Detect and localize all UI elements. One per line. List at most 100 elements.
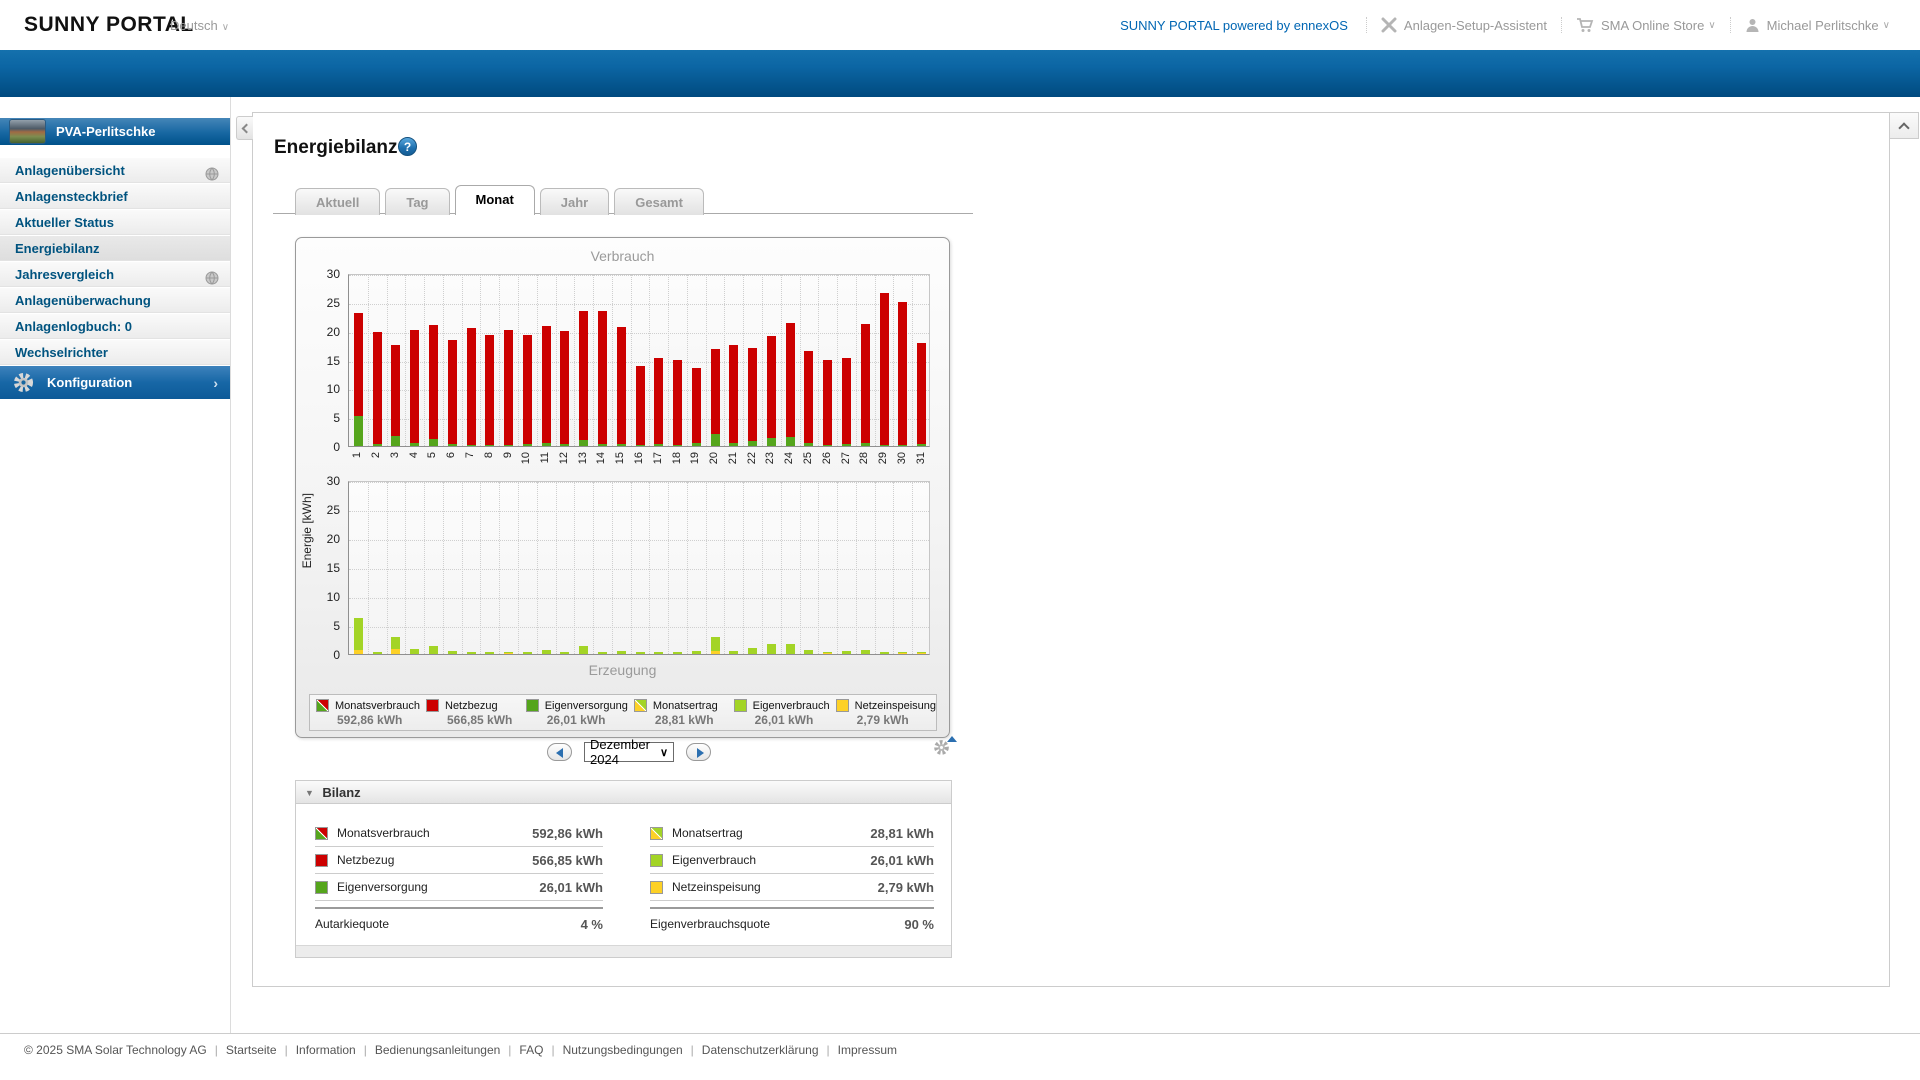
gridline-vertical [517,275,519,446]
bar-erzeugung-eigenverbrauch-day-6 [447,650,457,654]
bar-erzeugung-eigenverbrauch-day-10 [522,651,532,654]
bar-verbrauch-eigenversorgung-day-26 [823,445,833,446]
chart-settings-button[interactable] [933,736,957,759]
sidebar-collapse-button[interactable] [236,116,253,140]
bilanz-swatch [650,826,663,840]
period-select[interactable]: Dezember 2024 ∨ [584,737,674,767]
gridline-vertical [893,482,895,654]
scroll-top-button[interactable] [1889,112,1919,139]
x-tick-label: 9 [501,452,514,459]
footer-link-faq[interactable]: FAQ [519,1043,543,1057]
bar-verbrauch-netzbezug-day-11 [541,325,551,443]
sidebar-item-label: Anlagensteckbrief [15,189,128,204]
tab-aktuell[interactable]: Aktuell [295,188,381,215]
language-selector[interactable]: Deutsch ∨ [170,18,229,33]
tab-jahr[interactable]: Jahr [539,188,610,215]
tab-monat[interactable]: Monat [454,185,535,215]
gridline-vertical [630,275,632,446]
legend-label: Netzeinspeisung [854,699,937,712]
bar-erzeugung-eigenverbrauch-day-5 [428,645,438,654]
bar-verbrauch-eigenversorgung-day-1 [353,416,363,446]
sidebar-item-label: Energiebilanz [15,241,100,256]
bar-verbrauch-eigenversorgung-day-7 [466,444,476,446]
x-tick-label: 4 [407,452,420,459]
user-menu[interactable]: Michael Perlitschke ∨ [1731,15,1904,35]
bilanz-swatch [315,880,328,894]
next-month-button[interactable] [686,743,711,761]
bar-verbrauch-eigenversorgung-day-2 [372,444,382,446]
user-icon [1745,18,1760,33]
sidebar-item-anlagensteckbrief[interactable]: Anlagensteckbrief [0,184,230,209]
chevron-right-icon: › [213,374,218,391]
footer-link-startseite[interactable]: Startseite [226,1043,277,1057]
sidebar-item-konfiguration[interactable]: Konfiguration › [0,366,230,399]
bar-verbrauch-netzbezug-day-9 [504,329,514,446]
plant-header[interactable]: PVA-Perlitschke [0,118,230,145]
gridline-vertical [574,482,576,654]
bar-erzeugung-eigenverbrauch-day-27 [842,650,852,654]
bar-verbrauch-netzbezug-day-16 [635,365,645,446]
x-tick-label: 30 [895,452,908,465]
powered-by-link[interactable]: SUNNY PORTAL powered by ennexOS [1102,18,1366,33]
footer-separator: | [284,1043,288,1057]
y-tick-label: 20 [326,324,340,339]
chart-legend: Monatsverbrauch 592,86 kWh Netzbezug 566,85… [309,694,937,731]
gridline-vertical [837,482,839,654]
sidebar-item-energiebilanz[interactable]: Energiebilanz [0,236,230,261]
setup-assistant-button[interactable]: Anlagen-Setup-Assistent [1367,15,1561,35]
bilanz-row-label: Monatsverbrauch [337,826,430,840]
sidebar-item-wechselrichter[interactable]: Wechselrichter [0,340,230,365]
x-tick-label: 23 [764,452,777,465]
footer-link-datenschutzerkl-rung[interactable]: Datenschutzerklärung [702,1043,819,1057]
legend-swatch [525,699,539,712]
x-tick-label: 20 [708,452,721,465]
gridline-vertical [461,482,463,654]
bar-erzeugung-eigenverbrauch-day-19 [691,650,701,654]
bar-verbrauch-netzbezug-day-31 [917,343,927,445]
legend-label: Monatsverbrauch [335,699,420,712]
sidebar-item-anlagen-berwachung[interactable]: Anlagenüberwachung [0,288,230,313]
sidebar-item-anlagenlogbuch-0[interactable]: Anlagenlogbuch: 0 [0,314,230,339]
sidebar-item-anlagen-bersicht[interactable]: Anlagenübersicht [0,158,230,183]
bilanz-swatch [650,853,663,867]
legend-value: 26,01 kWh [754,713,814,727]
bar-erzeugung-eigenverbrauch-day-11 [541,649,551,654]
bilanz-header[interactable]: ▼ Bilanz [296,781,951,804]
x-tick-label: 7 [464,452,477,459]
period-value: Dezember 2024 [590,737,650,767]
bar-verbrauch-netzbezug-day-25 [804,351,814,443]
setup-assistant-label: Anlagen-Setup-Assistent [1403,17,1548,33]
gridline-vertical [649,482,651,654]
gridline-vertical [799,482,801,654]
bilanz-row-monatsertrag: Monatsertrag 28,81 kWh [650,820,934,847]
sidebar-item-jahresvergleich[interactable]: Jahresvergleich [0,262,230,287]
legend-label: Netzbezug [445,699,498,712]
date-navigation: Dezember 2024 ∨ [547,737,711,767]
gridline-vertical [424,482,426,654]
online-store-label: SMA Online Store [1601,17,1705,33]
footer-separator: | [214,1043,218,1057]
sidebar-item-aktueller-status[interactable]: Aktueller Status [0,210,230,235]
previous-month-button[interactable] [547,743,572,761]
bar-verbrauch-netzbezug-day-14 [597,310,607,445]
help-icon[interactable]: ? [398,137,417,156]
bar-erzeugung-eigenverbrauch-day-23 [766,643,776,654]
gridline-vertical [893,275,895,446]
gridline-vertical [386,482,388,654]
footer-link-information[interactable]: Information [296,1043,356,1057]
footer-link-nutzungsbedingungen[interactable]: Nutzungsbedingungen [563,1043,683,1057]
online-store-button[interactable]: SMA Online Store ∨ [1562,15,1730,35]
bar-verbrauch-eigenversorgung-day-23 [766,437,776,446]
footer-separator: | [551,1043,555,1057]
footer-link-impressum[interactable]: Impressum [838,1043,897,1057]
bar-verbrauch-eigenversorgung-day-5 [428,438,438,446]
legend-entry-top: Eigenverbrauch [733,699,830,712]
gridline-vertical [611,275,613,446]
tab-tag[interactable]: Tag [385,188,450,215]
tab-gesamt[interactable]: Gesamt [614,188,704,215]
footer-link-bedienungsanleitungen[interactable]: Bedienungsanleitungen [375,1043,500,1057]
bilanz-row-value: 28,81 kWh [870,825,934,841]
energy-chart-panel: Verbrauch Erzeugung Energie [kWh] Monats… [295,237,950,738]
gridline-vertical [480,482,482,654]
bar-verbrauch-eigenversorgung-day-22 [748,440,758,446]
